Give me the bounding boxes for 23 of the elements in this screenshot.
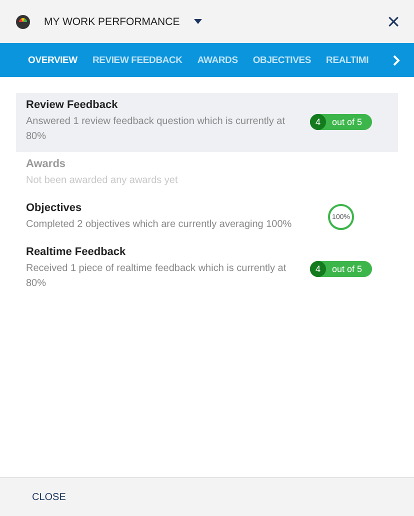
score: 4 <box>310 114 326 130</box>
row-title: Awards <box>26 158 67 170</box>
gauge-icon <box>16 14 30 28</box>
tab[interactable]: OVERVIEW <box>28 54 78 66</box>
summary-row[interactable]: Review Feedback Answered 1 review feedback question which is currently at 80% 4 out of 5 <box>16 93 398 152</box>
score: 4 <box>310 260 326 276</box>
row-description: Received 1 piece of realtime feedback which is currently at 80% <box>26 262 288 291</box>
tab[interactable]: REVIEW FEEDBACK <box>92 54 182 66</box>
row-title: Objectives <box>26 202 83 214</box>
tab[interactable]: OBJECTIVES <box>252 54 312 66</box>
row-description: Answered 1 review feedback question which is currently at 80% <box>26 115 286 144</box>
chevron-right-icon[interactable] <box>393 54 400 66</box>
out-of-label: out of 5 <box>332 116 362 126</box>
caret-icon[interactable] <box>194 19 202 24</box>
row-title: Realtime Feedback <box>26 246 127 258</box>
row-title: Review Feedback <box>26 99 119 111</box>
window-title: MY WORK PERFORMANCE <box>44 16 180 28</box>
tab[interactable]: REALTIMI <box>326 54 369 66</box>
row-description: Completed 2 objectives which are currently averaging 100% <box>26 218 293 232</box>
close-button[interactable]: CLOSE <box>32 492 66 502</box>
close-button[interactable]: × <box>387 10 400 32</box>
out-of-label: out of 5 <box>332 264 362 274</box>
tab[interactable]: AWARDS <box>197 54 238 66</box>
